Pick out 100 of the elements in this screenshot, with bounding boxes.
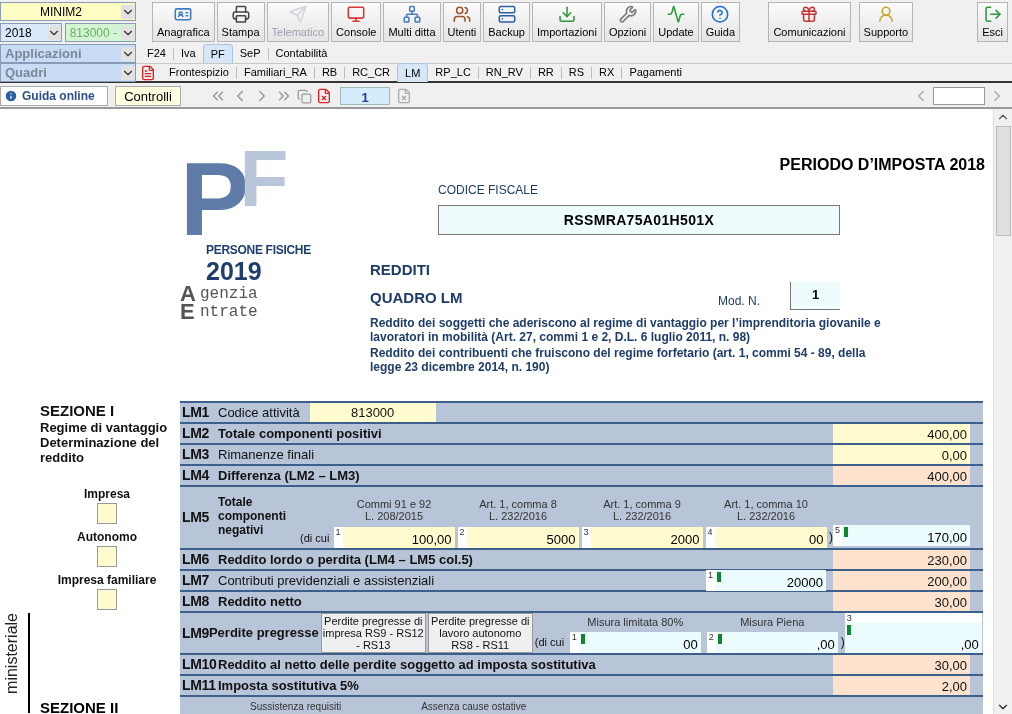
tab[interactable]: RB (314, 63, 345, 82)
amount-field[interactable]: 30,00 (833, 592, 970, 611)
row-label: Imposta sostitutiva 5% (218, 676, 359, 695)
amount-field[interactable]: 230,00 (833, 550, 970, 569)
tax-period: PERIODO D’IMPOSTA 2018 (779, 155, 985, 175)
tab[interactable]: Frontespizio (162, 63, 236, 82)
toolbar-button[interactable]: Anagrafica (152, 2, 215, 42)
column-number: 2 (707, 632, 715, 644)
amount-field[interactable]: 2 ,00 (706, 632, 838, 653)
option-label: Autonomo (77, 529, 137, 546)
toolbar-button[interactable]: Esci (977, 2, 1008, 42)
tab[interactable]: F24 (140, 44, 173, 63)
losses-button[interactable]: Perdite pregresse di impresa RS9 - RS12 - RS13 (320, 613, 426, 653)
row-code: LM8 (181, 592, 210, 611)
toolbar-button[interactable]: Supporto (858, 2, 914, 42)
checkbox[interactable] (97, 503, 117, 524)
tab[interactable]: RS (561, 63, 592, 82)
page-number-field[interactable]: 1 (340, 87, 390, 105)
checks-button[interactable]: Controlli (115, 86, 181, 106)
row-label: ) (840, 634, 845, 651)
online-help-button[interactable]: Guida online (0, 86, 108, 106)
amount-field[interactable]: 0,00 (833, 445, 970, 464)
row-code: LM9 (181, 623, 209, 643)
tab[interactable]: LM (397, 63, 429, 82)
toolbar-button[interactable]: Update (653, 2, 699, 42)
row-code: LM7 (181, 571, 210, 590)
scrollbar[interactable] (993, 109, 1012, 714)
tab[interactable]: SeP (232, 44, 268, 63)
scroll-thumb[interactable] (995, 126, 1011, 236)
delete-icon[interactable] (396, 88, 412, 104)
status-marker-icon (846, 625, 851, 635)
amount-field[interactable]: 1 100,00 (333, 527, 455, 548)
amount-field[interactable]: 200,00 (833, 571, 970, 590)
model-dropdown[interactable]: MINIM2 (0, 2, 136, 21)
tab[interactable]: Contabilità (268, 44, 335, 63)
info-icon (4, 89, 18, 103)
amount-field[interactable]: 3 ,00 (844, 613, 982, 653)
option-label: Impresa familiare (57, 572, 157, 589)
delete-page-icon[interactable] (316, 88, 332, 104)
description-text: Reddito dei contribuenti che fruiscono del regime forfetario (art. 1, commi 54 - 89, della legge 23 dicembre 2014, n. 190) (370, 345, 867, 374)
checkbox[interactable] (97, 546, 117, 567)
tab[interactable]: PF (202, 44, 233, 63)
amount-field[interactable]: 4 00 (705, 527, 827, 548)
section-title: SEZIONE I (40, 402, 116, 420)
tab[interactable]: RN_RV (478, 63, 530, 82)
amount-field[interactable]: 400,00 (833, 424, 970, 443)
toolbar-button[interactable]: Comunicazioni (768, 2, 851, 42)
status-marker-icon (717, 634, 722, 644)
exit-icon (982, 5, 1003, 24)
copy-page-icon[interactable] (297, 88, 312, 104)
column-heading: Commi 91 e 92 L. 208/2015 (356, 498, 432, 522)
toolbar-button[interactable]: Console (331, 2, 382, 42)
amount-field[interactable]: 5 170,00 (833, 525, 970, 546)
row-label: Differenza (LM2 – LM3) (218, 466, 360, 485)
printer-icon (230, 5, 251, 24)
tab[interactable]: RR (530, 63, 561, 82)
logo-letter: F (239, 147, 289, 211)
toolbar-button[interactable]: Multi ditta (383, 2, 441, 42)
amount-field[interactable]: 2,00 (833, 676, 970, 695)
year-dropdown[interactable]: 2018 (0, 23, 62, 42)
server-icon (496, 5, 517, 24)
amount-field[interactable]: 30,00 (833, 655, 970, 674)
column-number: 2 (458, 527, 466, 539)
logo-title: PERSONE FISICHE (205, 242, 312, 259)
monitor-icon (346, 5, 367, 24)
pdf-icon[interactable] (140, 64, 156, 81)
row-label: Reddito netto (218, 592, 302, 611)
toolbar-button[interactable]: Opzioni (603, 2, 652, 42)
row-code: LM6 (181, 550, 210, 569)
amount-field[interactable]: 2 5000 (457, 527, 579, 548)
row-code: LM3 (181, 445, 210, 464)
section-heading: REDDITI (370, 260, 431, 280)
amount-field[interactable]: 1 00 (569, 632, 701, 653)
toolbar-button[interactable]: Backup (483, 2, 530, 42)
tax-code-field[interactable]: RSSMRA75A01H501X (438, 205, 840, 235)
amount-field[interactable]: 400,00 (833, 466, 970, 485)
row-code: LM10 (181, 655, 218, 674)
tab[interactable]: RC_CR (345, 63, 398, 82)
toolbar-button[interactable]: Stampa (216, 2, 265, 42)
tab[interactable]: Pagamenti (622, 63, 689, 82)
tab[interactable]: Familiari_RA (236, 63, 314, 82)
section-subtitle: Regime di vantaggio Determinazione del reddito (40, 420, 169, 465)
toolbar-button[interactable]: Utenti (442, 2, 482, 42)
column-number: 3 (582, 527, 590, 539)
activity-code-field[interactable]: 813000 (309, 403, 436, 422)
amount-field[interactable]: 1 20000 (706, 570, 826, 591)
network-icon (402, 5, 422, 24)
checkbox[interactable] (97, 589, 117, 610)
tab[interactable]: Iva (173, 44, 203, 63)
model-number-field[interactable]: 1 (790, 281, 840, 310)
amount-field[interactable]: 3 2000 (581, 527, 703, 548)
tab[interactable]: RP_LC (428, 63, 478, 82)
column-heading: Misura limitata 80% (587, 616, 684, 628)
tab[interactable]: RX (592, 63, 622, 82)
toolbar-button[interactable]: Importazioni (532, 2, 602, 42)
column-heading: Misura Piena (740, 616, 805, 628)
toolbar-button[interactable]: Guida (700, 2, 741, 42)
column-number: 1 (570, 632, 578, 644)
search-field[interactable] (933, 87, 985, 105)
losses-button[interactable]: Perdite pregresse di lavoro autonomo RS8 - RS11 (427, 613, 533, 653)
